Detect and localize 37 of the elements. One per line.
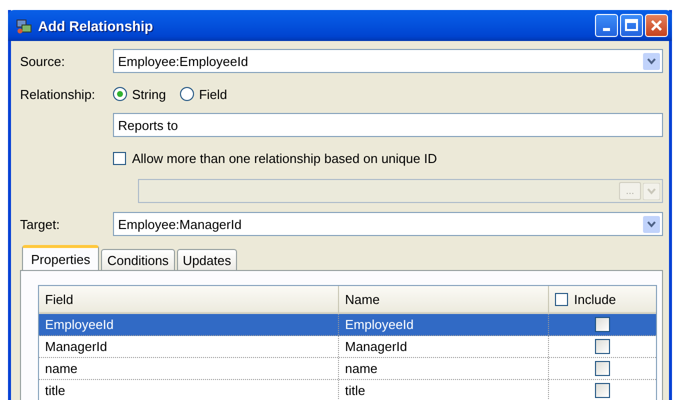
tab[interactable]: Updates — [176, 249, 238, 270]
relationship-text-field[interactable]: Reports to — [113, 113, 663, 137]
table-cell: name — [45, 361, 78, 376]
table-row[interactable]: name name — [39, 358, 656, 380]
table-cell: title — [45, 383, 66, 398]
table-row[interactable]: ManagerId ManagerId — [39, 336, 656, 358]
table-cell: title — [345, 383, 366, 398]
window-title: Add Relationship — [38, 18, 154, 34]
minimize-icon — [603, 28, 610, 31]
table-cell: ManagerId — [45, 339, 108, 354]
table-cell: EmployeeId — [345, 317, 414, 332]
include-checkbox[interactable] — [595, 339, 610, 354]
include-checkbox[interactable] — [595, 361, 610, 376]
table-row[interactable]: EmployeeId EmployeeId — [39, 314, 656, 336]
target-label: Target: — [20, 216, 61, 232]
allow-multiple-checkbox[interactable]: Allow more than one relationship based on unique ID — [113, 150, 437, 166]
radio-option[interactable]: String — [113, 86, 166, 102]
tab[interactable]: Properties — [22, 245, 100, 270]
table-row[interactable]: title title — [39, 380, 656, 400]
relationship-label: Relationship: — [20, 86, 96, 102]
maximize-button[interactable] — [620, 14, 643, 37]
include-header-label: Include — [574, 292, 616, 306]
app-icon — [16, 18, 32, 34]
tab[interactable]: Conditions — [101, 249, 175, 270]
table-cell: ManagerId — [345, 339, 408, 354]
table-cell: EmployeeId — [45, 317, 114, 332]
target-dropdown[interactable]: Employee:ManagerId — [113, 212, 663, 236]
dropdown-arrow-icon — [643, 182, 660, 200]
include-checkbox[interactable] — [595, 383, 610, 398]
include-all-checkbox[interactable] — [555, 292, 568, 306]
close-button[interactable] — [645, 14, 668, 37]
source-label: Source: — [20, 54, 66, 68]
radio-option[interactable]: Field — [180, 86, 228, 102]
include-checkbox[interactable] — [595, 317, 610, 332]
source-dropdown[interactable]: Employee:EmployeeId — [113, 49, 663, 73]
table-cell: name — [345, 361, 378, 376]
minimize-button[interactable] — [595, 14, 618, 37]
